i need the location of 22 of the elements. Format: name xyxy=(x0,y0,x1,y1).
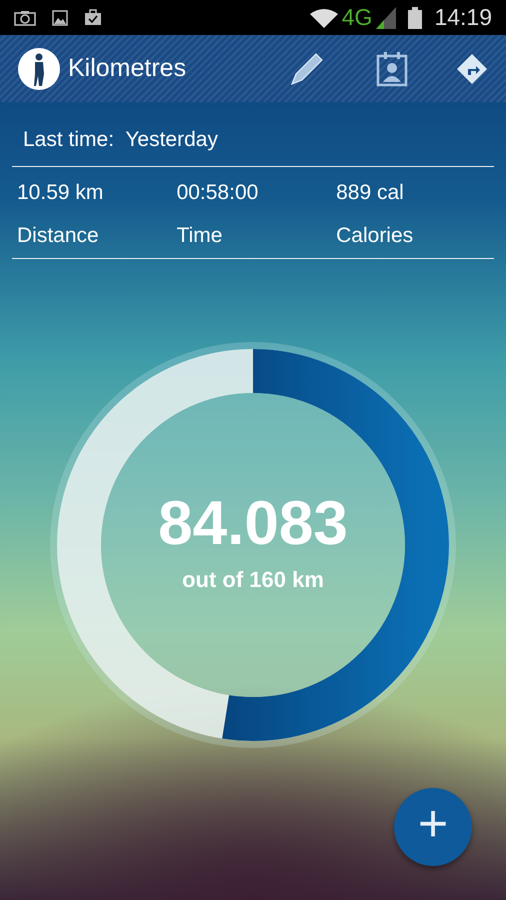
progress-caption: out of 160 km xyxy=(182,566,324,594)
last-time-text: Last time: Yesterday xyxy=(22,127,219,153)
image-icon xyxy=(52,10,68,26)
progress-value: 84.083 xyxy=(158,493,348,555)
stat-label: Calories xyxy=(336,224,414,247)
battery-icon xyxy=(408,6,422,28)
briefcase-icon xyxy=(84,9,102,26)
network-type: 4G xyxy=(342,3,372,32)
runner-logo-icon xyxy=(18,48,60,90)
signal-icon xyxy=(376,6,396,28)
clock-time: 14:19 xyxy=(434,3,492,32)
stat-value: 10.59 km xyxy=(17,180,104,204)
directions-icon[interactable] xyxy=(456,52,488,84)
wifi-icon xyxy=(310,8,338,28)
stat-label: Time xyxy=(176,224,222,247)
stat-value: 00:58:00 xyxy=(176,180,258,204)
app-title: Kilometres xyxy=(68,52,186,84)
stat-label: Distance xyxy=(17,224,99,247)
calendar-person-icon[interactable] xyxy=(376,50,408,86)
stat-value: 889 cal xyxy=(336,180,404,204)
camera-icon xyxy=(14,10,36,26)
add-button[interactable]: + xyxy=(394,788,472,866)
